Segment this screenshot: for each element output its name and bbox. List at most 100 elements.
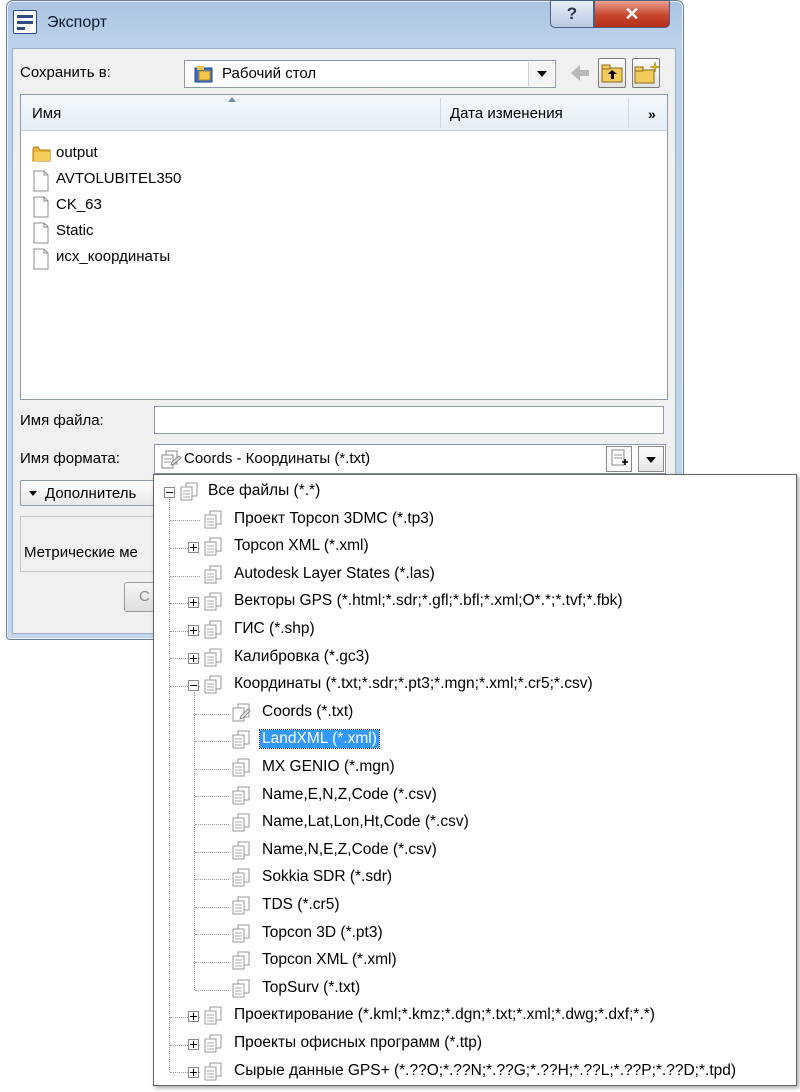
cancel-label: С — [139, 588, 150, 605]
expand-icon[interactable] — [188, 1011, 199, 1023]
format-tree-item[interactable]: Autodesk Layer States (*.las) — [154, 562, 794, 588]
file-name-input[interactable] — [154, 406, 664, 434]
format-tree-item[interactable]: Проектирование (*.kml;*.kmz;*.dgn;*.txt;… — [154, 1003, 794, 1029]
format-dropdown-tree[interactable]: Все файлы (*.*) Проект Topcon 3DMC (*.tp3… — [153, 474, 797, 1086]
format-settings-button[interactable] — [606, 446, 632, 472]
tree-guide-line — [195, 879, 229, 881]
format-tree-item[interactable]: Координаты (*.txt;*.sdr;*.pt3;*.mgn;*.xm… — [154, 672, 794, 698]
advanced-label: Дополнитель — [45, 485, 137, 502]
format-value: Coords - Координаты (*.txt) — [184, 450, 371, 467]
format-tree-item[interactable]: LandXML (*.xml) — [154, 727, 794, 753]
format-tree-item[interactable]: Topcon XML (*.xml) — [154, 948, 794, 974]
expand-icon[interactable] — [188, 625, 199, 636]
document-add-icon — [611, 449, 628, 466]
triangle-down-icon — [29, 491, 37, 496]
expand-icon[interactable] — [188, 1066, 199, 1078]
window-title: Экспорт — [47, 14, 108, 31]
tree-guide-line — [195, 989, 229, 991]
close-icon: ✕ — [624, 4, 640, 24]
format-tree-label: Topcon XML (*.xml) — [262, 951, 397, 969]
tree-guide-line — [170, 575, 200, 577]
tree-guide-line — [195, 796, 229, 798]
file-icon — [32, 196, 50, 222]
file-name: output — [56, 144, 98, 161]
close-button[interactable]: ✕ — [594, 0, 670, 28]
column-divider[interactable] — [628, 98, 629, 128]
column-divider[interactable] — [440, 98, 441, 128]
format-tree-item[interactable]: ГИС (*.shp) — [154, 617, 794, 643]
expand-icon[interactable] — [188, 1039, 199, 1050]
format-file-icon — [161, 450, 182, 469]
file-icon — [32, 222, 50, 248]
tree-guide-line — [195, 934, 229, 936]
format-tree-item[interactable]: Все файлы (*.*) — [154, 479, 794, 505]
format-tree-item[interactable]: Coords (*.txt) — [154, 700, 794, 726]
help-button[interactable]: ? — [550, 0, 594, 28]
file-list-item[interactable]: AVTOLUBITEL350 — [32, 168, 332, 192]
chevron-down-icon[interactable] — [638, 446, 664, 472]
format-tree-item[interactable]: TDS (*.cr5) — [154, 893, 794, 919]
file-list-item[interactable]: CK_63 — [32, 194, 332, 218]
format-tree-item[interactable]: Topcon 3D (*.pt3) — [154, 921, 794, 947]
format-tree-item[interactable]: Sokkia SDR (*.sdr) — [154, 865, 794, 891]
format-file-icon — [202, 675, 224, 699]
format-file-icon — [202, 1034, 224, 1058]
file-list-item[interactable]: исх_координаты — [32, 246, 332, 270]
format-tree-item[interactable]: Topcon XML (*.xml) — [154, 534, 794, 560]
format-edit-icon — [230, 703, 252, 727]
format-file-icon — [202, 537, 224, 561]
collapse-icon[interactable] — [188, 680, 199, 692]
tree-guide-line — [195, 768, 229, 770]
advanced-expander-button[interactable]: Дополнитель — [20, 480, 170, 506]
format-file-icon — [230, 758, 252, 782]
expand-icon[interactable] — [188, 542, 199, 554]
format-tree-item[interactable]: Проект Topcon 3DMC (*.tp3) — [154, 507, 794, 533]
format-tree-item[interactable]: Name,N,E,Z,Code (*.csv) — [154, 838, 794, 864]
tree-guide-line — [195, 961, 229, 963]
format-tree-item[interactable]: Калибровка (*.gc3) — [154, 645, 794, 671]
format-tree-label: MX GENIO (*.mgn) — [262, 758, 395, 775]
expand-icon[interactable] — [188, 652, 199, 664]
file-name: Static — [56, 222, 94, 239]
format-file-icon — [230, 841, 252, 865]
format-tree-item[interactable]: MX GENIO (*.mgn) — [154, 755, 794, 781]
format-file-icon — [202, 648, 224, 672]
more-columns-button[interactable]: » — [648, 106, 656, 122]
format-tree-label: ГИС (*.shp) — [234, 620, 315, 637]
file-list-item[interactable]: output — [32, 142, 332, 166]
format-tree-item[interactable]: TopSurv (*.txt) — [154, 976, 794, 1002]
file-name: CK_63 — [56, 196, 102, 213]
up-folder-button[interactable] — [598, 58, 626, 88]
tree-guide-line — [195, 823, 229, 825]
arrow-left-icon — [571, 65, 589, 81]
column-date-header[interactable]: Дата изменения — [450, 105, 563, 122]
format-tree-label: Name,N,E,Z,Code (*.csv) — [262, 840, 437, 858]
file-name: AVTOLUBITEL350 — [56, 170, 182, 187]
format-file-icon — [230, 951, 252, 975]
collapse-icon[interactable] — [164, 487, 175, 498]
column-name-header[interactable]: Имя — [32, 105, 61, 122]
file-icon — [32, 170, 50, 196]
format-file-icon — [178, 482, 200, 506]
format-file-icon — [202, 1006, 224, 1030]
format-tree-item[interactable]: Проекты офисных программ (*.ttp) — [154, 1031, 794, 1057]
format-tree-label: Векторы GPS (*.html;*.sdr;*.gfl;*.bfl;*.… — [234, 592, 623, 610]
back-button[interactable] — [566, 58, 594, 88]
new-folder-icon — [634, 61, 661, 84]
format-tree-item[interactable]: Name,E,N,Z,Code (*.csv) — [154, 783, 794, 809]
format-file-icon — [230, 979, 252, 1003]
new-folder-button[interactable] — [632, 58, 661, 88]
chevron-down-icon[interactable] — [528, 62, 554, 86]
location-value: Рабочий стол — [222, 65, 317, 82]
format-file-icon — [230, 813, 252, 837]
format-label: Имя формата: — [20, 450, 120, 467]
save-in-label: Сохранить в: — [20, 64, 111, 81]
format-tree-item[interactable]: Сырые данные GPS+ (*.??O;*.??N;*.??G;*.?… — [154, 1059, 794, 1085]
file-list-item[interactable]: Static — [32, 220, 332, 244]
format-tree-label: Sokkia SDR (*.sdr) — [262, 868, 393, 886]
expand-icon[interactable] — [188, 597, 199, 609]
format-file-icon — [202, 1062, 224, 1086]
folder-up-icon — [601, 64, 623, 83]
format-tree-item[interactable]: Name,Lat,Lon,Ht,Code (*.csv) — [154, 810, 794, 836]
format-tree-item[interactable]: Векторы GPS (*.html;*.sdr;*.gfl;*.bfl;*.… — [154, 589, 794, 615]
